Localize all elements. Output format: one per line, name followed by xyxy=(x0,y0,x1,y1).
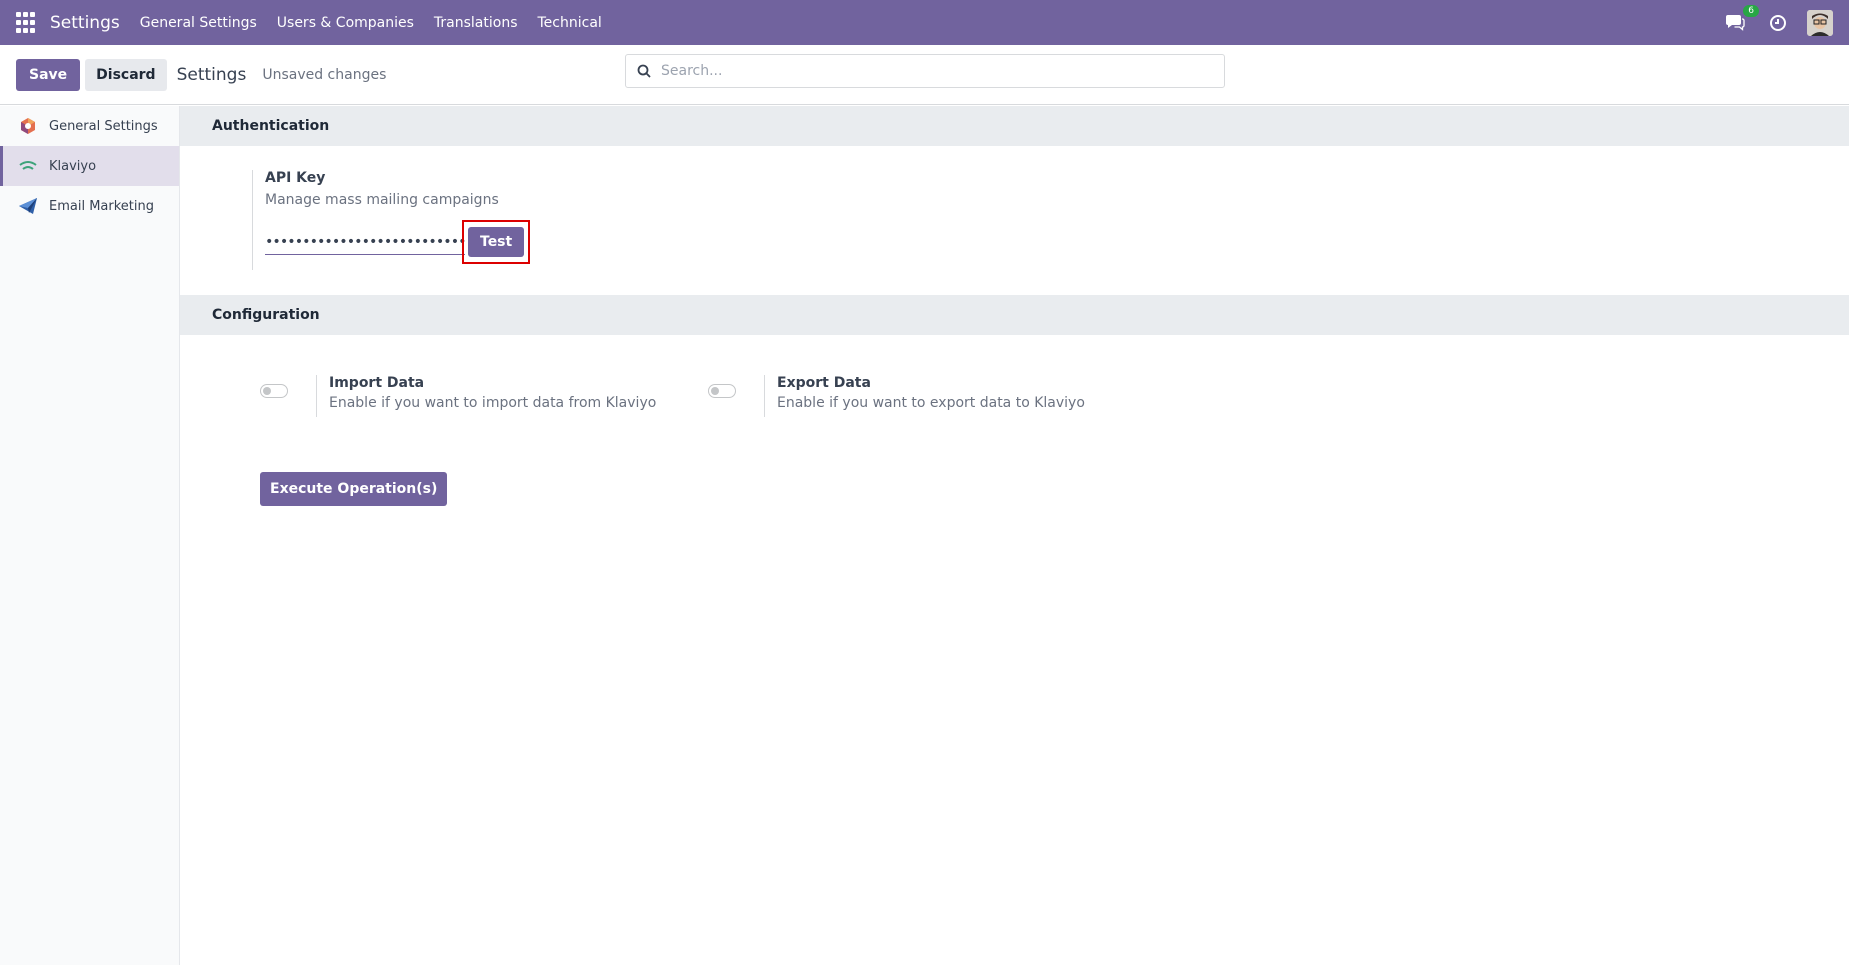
sidebar-item-klaviyo[interactable]: Klaviyo xyxy=(0,146,179,186)
discard-button[interactable]: Discard xyxy=(85,58,167,91)
unsaved-status: Unsaved changes xyxy=(262,66,387,83)
api-key-setting: API Key Manage mass mailing campaigns Te… xyxy=(252,170,531,270)
export-data-setting: Export Data Enable if you want to export… xyxy=(764,375,1085,417)
test-highlight-box: Test xyxy=(462,220,531,264)
test-button[interactable]: Test xyxy=(468,227,525,257)
sidebar-item-general-settings[interactable]: General Settings xyxy=(0,106,179,146)
menu-general-settings[interactable]: General Settings xyxy=(140,15,257,31)
apps-grid-icon[interactable] xyxy=(16,11,38,34)
messaging-button[interactable]: 6 xyxy=(1725,4,1759,33)
search-icon xyxy=(637,64,651,78)
menu-users-companies[interactable]: Users & Companies xyxy=(277,15,414,31)
import-data-label: Import Data xyxy=(329,375,425,391)
authentication-section: API Key Manage mass mailing campaigns Te… xyxy=(180,146,1849,295)
top-navbar: Settings General Settings Users & Compan… xyxy=(0,0,1849,45)
api-key-input[interactable] xyxy=(265,229,465,255)
import-data-toggle[interactable] xyxy=(260,384,288,398)
configuration-section: Import Data Enable if you want to import… xyxy=(180,335,1849,535)
menu-technical[interactable]: Technical xyxy=(538,15,602,31)
save-button[interactable]: Save xyxy=(16,58,81,91)
import-data-description: Enable if you want to import data from K… xyxy=(329,395,657,411)
section-configuration-heading: Configuration xyxy=(180,295,1849,335)
api-key-label: API Key xyxy=(265,170,326,186)
app-brand[interactable]: Settings xyxy=(50,13,120,33)
chat-badge: 6 xyxy=(1743,4,1759,17)
page-title: Settings xyxy=(176,64,247,85)
sidebar-item-email-marketing[interactable]: Email Marketing xyxy=(0,186,179,226)
chat-icon xyxy=(1726,14,1745,31)
user-avatar[interactable] xyxy=(1807,9,1833,36)
sidebar-item-label: Klaviyo xyxy=(49,158,97,174)
settings-sidebar: General Settings Klaviyo Email Marketing xyxy=(0,106,180,965)
search-input[interactable] xyxy=(661,63,1201,79)
export-data-label: Export Data xyxy=(777,375,871,391)
clock-icon[interactable] xyxy=(1769,14,1787,32)
control-panel: Save Discard Settings Unsaved changes xyxy=(0,45,1849,105)
execute-operations-button[interactable]: Execute Operation(s) xyxy=(260,472,448,506)
import-data-setting: Import Data Enable if you want to import… xyxy=(316,375,656,417)
settings-content: Authentication API Key Manage mass maili… xyxy=(180,106,1849,965)
paper-plane-icon xyxy=(17,195,39,217)
menu-translations[interactable]: Translations xyxy=(434,15,518,31)
export-data-description: Enable if you want to export data to Kla… xyxy=(777,395,1085,411)
api-key-description: Manage mass mailing campaigns xyxy=(265,192,499,208)
export-data-toggle[interactable] xyxy=(708,384,736,398)
sidebar-item-label: General Settings xyxy=(49,118,158,134)
sidebar-item-label: Email Marketing xyxy=(49,198,154,214)
odoo-settings-icon xyxy=(17,115,39,137)
section-authentication-heading: Authentication xyxy=(180,106,1849,146)
klaviyo-icon xyxy=(17,155,39,177)
search-box[interactable] xyxy=(625,54,1225,88)
